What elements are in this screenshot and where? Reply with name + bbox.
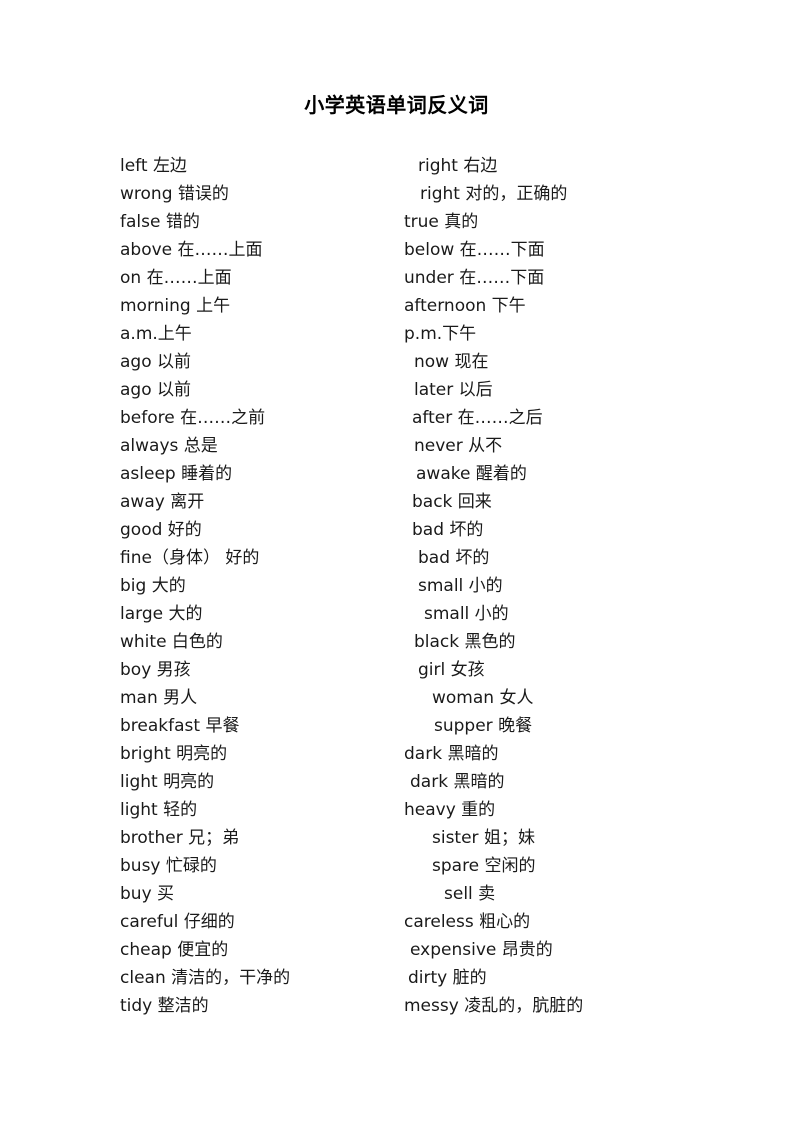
- word-pair-row: light 明亮的 dark 黑暗的: [0, 768, 793, 796]
- word-pair-row: good 好的 bad 坏的: [0, 516, 793, 544]
- word-pair-row: clean 清洁的，干净的 dirty 脏的: [0, 964, 793, 992]
- word-pair-row: away 离开 back 回来: [0, 488, 793, 516]
- word-left: morning 上午: [120, 296, 231, 316]
- word-right: bad 坏的: [418, 548, 490, 568]
- word-right: back 回来: [412, 492, 492, 512]
- word-left: ago 以前: [120, 380, 192, 400]
- word-left: away 离开: [120, 492, 205, 512]
- word-pair-row: busy 忙碌的 spare 空闲的: [0, 852, 793, 880]
- word-pair-row: ago 以前 now 现在: [0, 348, 793, 376]
- word-pair-row: fine（身体） 好的 bad 坏的: [0, 544, 793, 572]
- word-right: black 黑色的: [414, 632, 516, 652]
- word-pair-row: ago 以前 later 以后: [0, 376, 793, 404]
- word-left: good 好的: [120, 520, 202, 540]
- word-pair-row: false 错的 true 真的: [0, 208, 793, 236]
- word-left: breakfast 早餐: [120, 716, 240, 736]
- word-left: clean 清洁的，干净的: [120, 968, 291, 988]
- word-pair-row: always 总是 never 从不: [0, 432, 793, 460]
- word-pair-row: buy 买 sell 卖: [0, 880, 793, 908]
- word-left: left 左边: [120, 156, 187, 176]
- word-right: afternoon 下午: [404, 296, 526, 316]
- word-left: light 轻的: [120, 800, 198, 820]
- word-pair-row: big 大的 small 小的: [0, 572, 793, 600]
- word-left: buy 买: [120, 884, 175, 904]
- word-left: on 在……上面: [120, 268, 232, 288]
- word-pair-row: white 白色的 black 黑色的: [0, 628, 793, 656]
- word-pair-row: light 轻的 heavy 重的: [0, 796, 793, 824]
- word-right: later 以后: [414, 380, 493, 400]
- word-pair-row: asleep 睡着的 awake 醒着的: [0, 460, 793, 488]
- word-left: ago 以前: [120, 352, 192, 372]
- word-pair-row: on 在……上面 under 在……下面: [0, 264, 793, 292]
- word-pair-row: brother 兄；弟 sister 姐；妹: [0, 824, 793, 852]
- word-left: large 大的: [120, 604, 203, 624]
- word-pair-row: breakfast 早餐 supper 晚餐: [0, 712, 793, 740]
- word-left: cheap 便宜的: [120, 940, 229, 960]
- antonym-word-list: left 左边 right 右边 wrong 错误的 right 对的，正确的 fals…: [0, 152, 793, 1020]
- word-right: below 在……下面: [404, 240, 545, 260]
- word-right: heavy 重的: [404, 800, 496, 820]
- word-right: dark 黑暗的: [410, 772, 505, 792]
- word-right: right 右边: [418, 156, 498, 176]
- word-right: messy 凌乱的，肮脏的: [404, 996, 584, 1016]
- word-right: now 现在: [414, 352, 489, 372]
- word-pair-row: boy 男孩 girl 女孩: [0, 656, 793, 684]
- word-right: supper 晚餐: [434, 716, 533, 736]
- page-title: 小学英语单词反义词: [304, 93, 489, 117]
- word-pair-row: left 左边 right 右边: [0, 152, 793, 180]
- word-pair-row: wrong 错误的 right 对的，正确的: [0, 180, 793, 208]
- word-left: white 白色的: [120, 632, 223, 652]
- word-left: brother 兄；弟: [120, 828, 240, 848]
- word-left: man 男人: [120, 688, 198, 708]
- word-left: fine（身体） 好的: [120, 548, 260, 568]
- word-left: asleep 睡着的: [120, 464, 233, 484]
- word-pair-row: man 男人 woman 女人: [0, 684, 793, 712]
- word-left: careful 仔细的: [120, 912, 235, 932]
- word-right: p.m.下午: [404, 324, 477, 344]
- word-pair-row: before 在……之前 after 在……之后: [0, 404, 793, 432]
- word-pair-row: large 大的 small 小的: [0, 600, 793, 628]
- word-right: expensive 昂贵的: [410, 940, 553, 960]
- word-right: girl 女孩: [418, 660, 485, 680]
- word-left: boy 男孩: [120, 660, 191, 680]
- word-pair-row: cheap 便宜的 expensive 昂贵的: [0, 936, 793, 964]
- word-right: right 对的，正确的: [420, 184, 568, 204]
- word-pair-row: morning 上午 afternoon 下午: [0, 292, 793, 320]
- word-right: small 小的: [424, 604, 509, 624]
- word-left: a.m.上午: [120, 324, 192, 344]
- word-left: wrong 错误的: [120, 184, 229, 204]
- word-right: after 在……之后: [412, 408, 543, 428]
- word-left: busy 忙碌的: [120, 856, 217, 876]
- word-left: tidy 整洁的: [120, 996, 209, 1016]
- word-right: never 从不: [414, 436, 503, 456]
- word-right: careless 粗心的: [404, 912, 531, 932]
- word-right: under 在……下面: [404, 268, 545, 288]
- document-page: 小学英语单词反义词 left 左边 right 右边 wrong 错误的 right …: [0, 0, 793, 1122]
- word-right: sell 卖: [444, 884, 496, 904]
- word-right: true 真的: [404, 212, 479, 232]
- word-right: awake 醒着的: [416, 464, 527, 484]
- word-pair-row: tidy 整洁的 messy 凌乱的，肮脏的: [0, 992, 793, 1020]
- word-right: spare 空闲的: [432, 856, 536, 876]
- word-left: above 在……上面: [120, 240, 263, 260]
- word-left: bright 明亮的: [120, 744, 228, 764]
- word-right: woman 女人: [432, 688, 534, 708]
- word-pair-row: a.m.上午 p.m.下午: [0, 320, 793, 348]
- word-right: bad 坏的: [412, 520, 484, 540]
- word-left: light 明亮的: [120, 772, 215, 792]
- word-right: dark 黑暗的: [404, 744, 499, 764]
- word-pair-row: above 在……上面 below 在……下面: [0, 236, 793, 264]
- word-left: always 总是: [120, 436, 218, 456]
- word-left: before 在……之前: [120, 408, 266, 428]
- word-left: false 错的: [120, 212, 200, 232]
- word-pair-row: bright 明亮的 dark 黑暗的: [0, 740, 793, 768]
- word-right: small 小的: [418, 576, 503, 596]
- word-right: dirty 脏的: [408, 968, 487, 988]
- word-pair-row: careful 仔细的 careless 粗心的: [0, 908, 793, 936]
- word-left: big 大的: [120, 576, 186, 596]
- word-right: sister 姐；妹: [432, 828, 535, 848]
